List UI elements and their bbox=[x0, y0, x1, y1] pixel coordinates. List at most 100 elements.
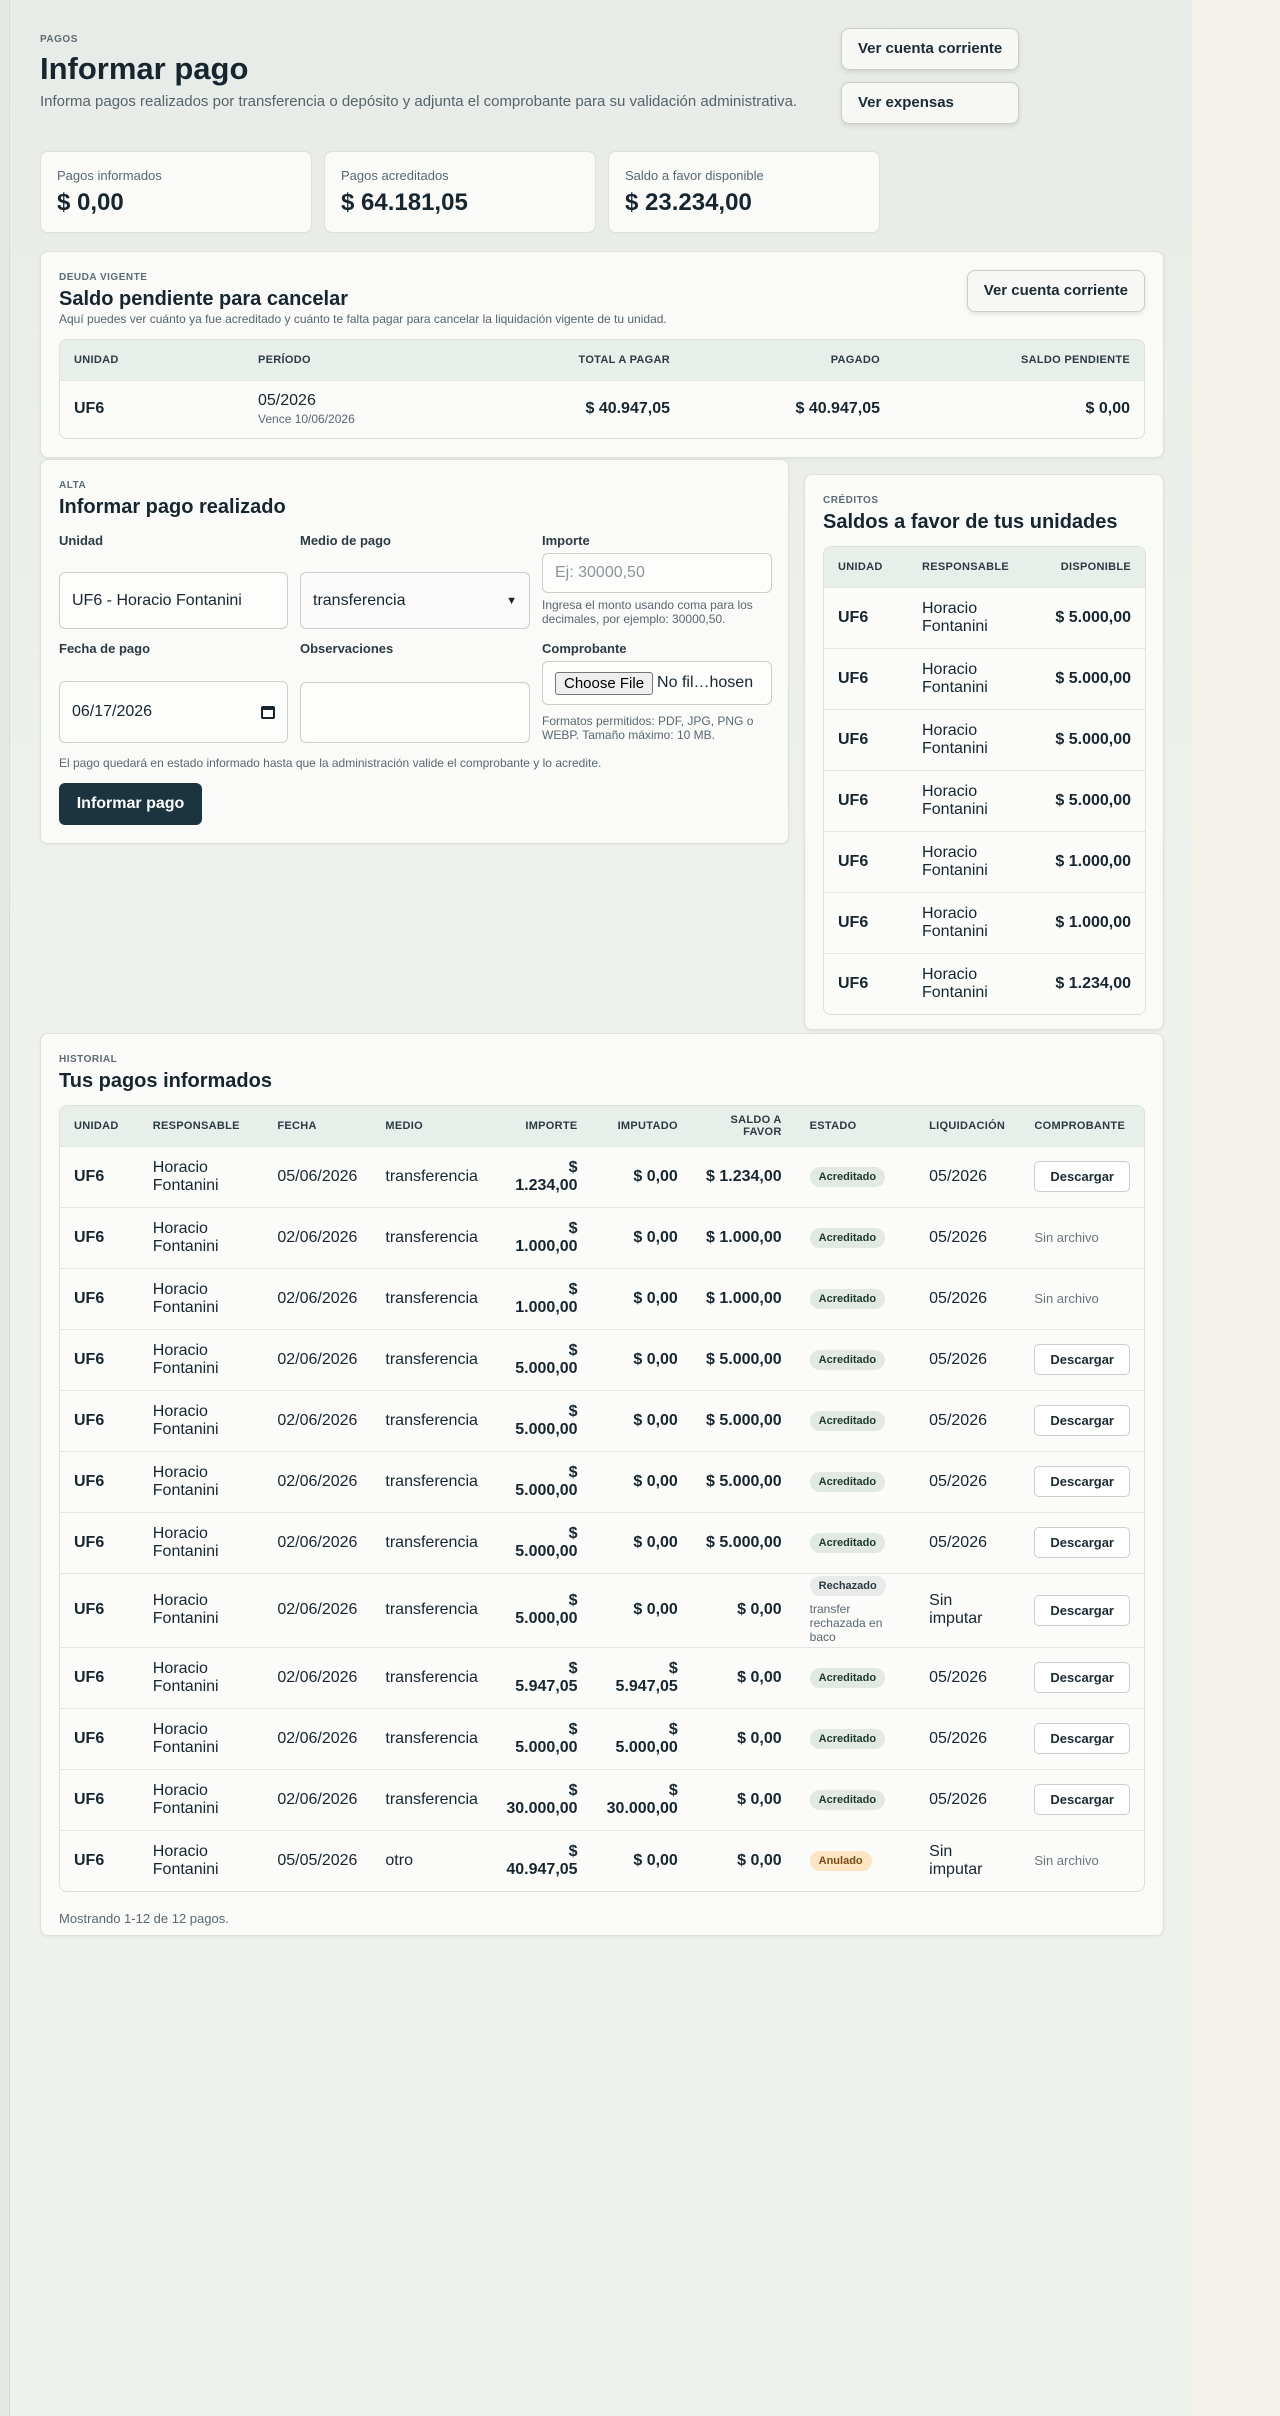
cell-date: 02/06/2026 bbox=[263, 1511, 372, 1573]
stat-value: $ 23.234,00 bbox=[625, 189, 752, 216]
status-badge: Acreditado bbox=[809, 1667, 886, 1688]
cell-settlement: Sin imputar bbox=[915, 1572, 1021, 1647]
cell-receipt: Descargar bbox=[1020, 1450, 1144, 1512]
cell-method: transferencia bbox=[371, 1572, 492, 1647]
stat-card-available-credit: Saldo a favor disponible $ 23.234,00 bbox=[608, 151, 880, 233]
unit-label: Unidad bbox=[59, 533, 104, 548]
cell-unit: UF6 bbox=[60, 1572, 139, 1647]
cell-available: $ 5.000,00 bbox=[1028, 586, 1145, 648]
download-receipt-button[interactable]: Descargar bbox=[1034, 1662, 1130, 1693]
stat-card-credited: Pagos acreditados $ 64.181,05 bbox=[324, 151, 596, 233]
download-receipt-button[interactable]: Descargar bbox=[1034, 1527, 1130, 1558]
view-expenses-button[interactable]: Ver expensas bbox=[841, 82, 1020, 124]
page-eyebrow: PAGOS bbox=[40, 34, 78, 45]
history-title: Tus pagos informados bbox=[59, 1070, 272, 1092]
submit-payment-button[interactable]: Informar pago bbox=[59, 783, 202, 825]
cell-amount: $ 1.000,00 bbox=[491, 1206, 592, 1268]
debt-view-account-button[interactable]: Ver cuenta corriente bbox=[966, 270, 1145, 312]
download-receipt-button[interactable]: Descargar bbox=[1034, 1723, 1130, 1754]
cell-imputed: $ 0,00 bbox=[591, 1267, 692, 1329]
cell-amount: $ 5.000,00 bbox=[491, 1450, 592, 1512]
table-row: UF6 Horacio Fontanini 02/06/2026 transferen… bbox=[60, 1572, 1144, 1647]
cell-imputed: $ 0,00 bbox=[591, 1572, 692, 1647]
stat-label: Pagos acreditados bbox=[341, 168, 449, 183]
cell-responsible: Horacio Fontanini bbox=[138, 1328, 264, 1390]
download-receipt-button[interactable]: Descargar bbox=[1034, 1594, 1130, 1626]
debt-title: Saldo pendiente para cancelar bbox=[59, 288, 348, 310]
choose-file-button[interactable]: Choose File bbox=[555, 671, 654, 695]
form-note: El pago quedará en estado informado hast… bbox=[59, 756, 602, 770]
amount-hint: Ingresa el monto usando coma para los de… bbox=[542, 598, 753, 626]
cell-paid: $ 40.947,05 bbox=[684, 379, 894, 438]
cell-unit: UF6 bbox=[824, 708, 908, 770]
col-paid: Pagado bbox=[684, 340, 894, 380]
cell-imputed: $ 0,00 bbox=[591, 1389, 692, 1451]
cell-available: $ 1.234,00 bbox=[1028, 952, 1145, 1014]
cell-responsible: Horacio Fontanini bbox=[138, 1829, 264, 1891]
cell-unit: UF6 bbox=[60, 1389, 139, 1451]
cell-date: 02/06/2026 bbox=[263, 1206, 372, 1268]
table-row: UF6 Horacio Fontanini 02/06/2026 transferen… bbox=[60, 1328, 1144, 1390]
stat-card-informed: Pagos informados $ 0,00 bbox=[40, 151, 312, 233]
file-status: No fil…hosen bbox=[657, 674, 754, 691]
col-unit: Unidad bbox=[60, 1106, 139, 1146]
download-receipt-button[interactable]: Descargar bbox=[1034, 1405, 1130, 1436]
cell-unit: UF6 bbox=[60, 1267, 139, 1329]
cell-status: Rechazado transfer rechazada en baco bbox=[795, 1572, 916, 1647]
table-row: UF6 Horacio Fontanini $ 5.000,00 bbox=[824, 586, 1145, 648]
no-file-text: Sin archivo bbox=[1034, 1229, 1099, 1245]
calendar-icon[interactable] bbox=[261, 705, 275, 719]
receipt-file-input[interactable]: Choose File No fil…hosen bbox=[542, 661, 772, 705]
cell-unit: UF6 bbox=[60, 1511, 139, 1573]
cell-unit: UF6 bbox=[60, 1450, 139, 1512]
date-input[interactable]: 06/17/2026 bbox=[59, 681, 288, 743]
cell-imputed: $ 0,00 bbox=[591, 1328, 692, 1390]
cell-status: Acreditado bbox=[795, 1206, 916, 1268]
no-file-text: Sin archivo bbox=[1034, 1290, 1099, 1306]
cell-responsible: Horacio Fontanini bbox=[138, 1145, 264, 1207]
cell-unit: UF6 bbox=[824, 586, 908, 648]
cell-responsible: Horacio Fontanini bbox=[908, 952, 1028, 1014]
unit-field[interactable]: UF6 - Horacio Fontanini bbox=[59, 572, 288, 629]
cell-credit: $ 0,00 bbox=[691, 1829, 796, 1891]
cell-credit: $ 0,00 bbox=[691, 1646, 796, 1708]
payment-form-card: ALTA Informar pago realizado Unidad UF6 … bbox=[40, 459, 789, 844]
debt-card: DEUDA VIGENTE Saldo pendiente para cance… bbox=[40, 251, 1164, 458]
cell-receipt: Descargar bbox=[1020, 1328, 1144, 1390]
cell-method: transferencia bbox=[371, 1267, 492, 1329]
method-select[interactable]: transferencia ▼ bbox=[300, 572, 530, 629]
status-badge: Acreditado bbox=[809, 1288, 886, 1309]
cell-available: $ 5.000,00 bbox=[1028, 647, 1145, 709]
cell-receipt: Descargar bbox=[1020, 1389, 1144, 1451]
cell-responsible: Horacio Fontanini bbox=[138, 1768, 264, 1830]
cell-method: transferencia bbox=[371, 1450, 492, 1512]
table-row: UF6 Horacio Fontanini 02/06/2026 transferen… bbox=[60, 1646, 1144, 1708]
download-receipt-button[interactable]: Descargar bbox=[1034, 1466, 1130, 1497]
download-receipt-button[interactable]: Descargar bbox=[1034, 1784, 1130, 1815]
download-receipt-button[interactable]: Descargar bbox=[1034, 1344, 1130, 1375]
cell-unit: UF6 bbox=[60, 1328, 139, 1390]
view-account-button[interactable]: Ver cuenta corriente bbox=[841, 28, 1020, 70]
cell-method: transferencia bbox=[371, 1145, 492, 1207]
cell-responsible: Horacio Fontanini bbox=[138, 1267, 264, 1329]
cell-amount: $ 40.947,05 bbox=[491, 1829, 592, 1891]
col-imputed: Imputado bbox=[591, 1106, 692, 1146]
download-receipt-button[interactable]: Descargar bbox=[1034, 1161, 1130, 1192]
cell-method: transferencia bbox=[371, 1646, 492, 1708]
col-settlement: Liquidación bbox=[915, 1106, 1021, 1146]
col-unit: Unidad bbox=[60, 340, 244, 380]
cell-settlement: 05/2026 bbox=[915, 1511, 1021, 1573]
cell-available: $ 5.000,00 bbox=[1028, 769, 1145, 831]
col-unit: Unidad bbox=[824, 547, 908, 587]
cell-credit: $ 5.000,00 bbox=[691, 1328, 796, 1390]
stat-value: $ 64.181,05 bbox=[341, 189, 468, 216]
cell-available: $ 1.000,00 bbox=[1028, 891, 1145, 953]
cell-responsible: Horacio Fontanini bbox=[908, 647, 1028, 709]
status-badge: Acreditado bbox=[809, 1166, 886, 1187]
amount-input[interactable]: Ej: 30000,50 bbox=[542, 553, 772, 593]
cell-method: transferencia bbox=[371, 1768, 492, 1830]
table-row: UF6 Horacio Fontanini 02/06/2026 transferen… bbox=[60, 1450, 1144, 1512]
observations-textarea[interactable] bbox=[300, 682, 530, 743]
cell-settlement: 05/2026 bbox=[915, 1328, 1021, 1390]
table-row: UF6 Horacio Fontanini 02/06/2026 transferen… bbox=[60, 1707, 1144, 1769]
